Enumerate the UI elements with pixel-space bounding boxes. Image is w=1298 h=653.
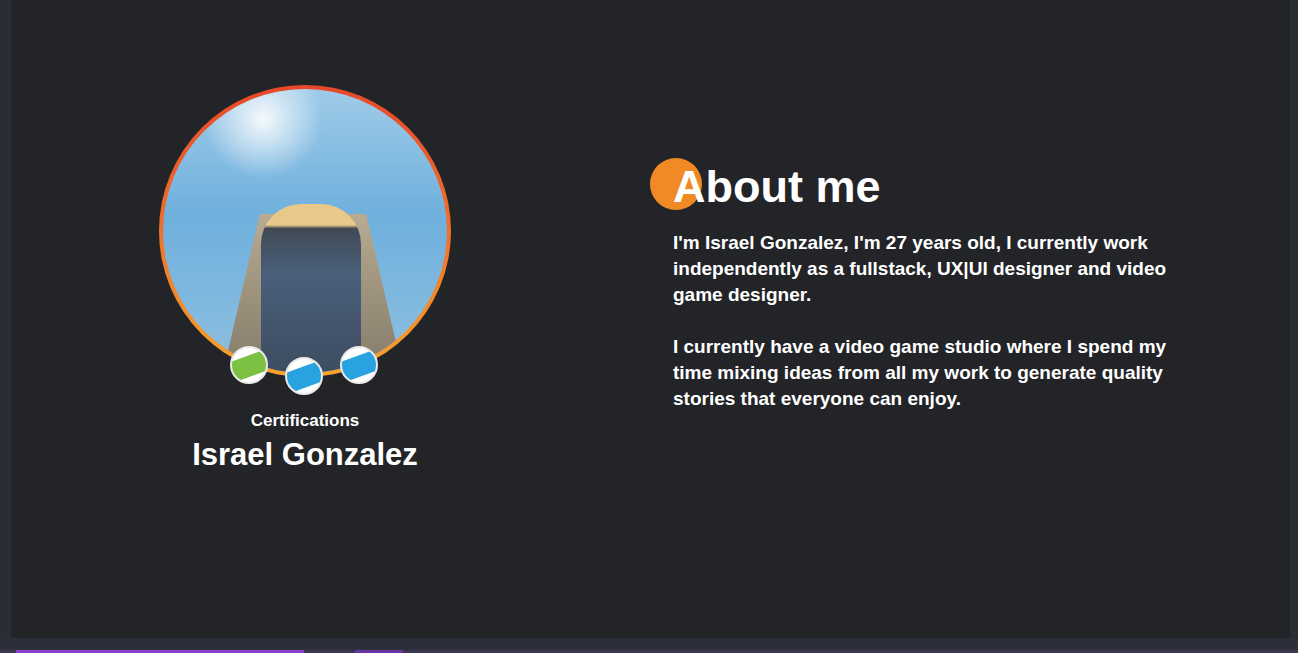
indicator-segment — [355, 650, 403, 653]
about-section: Certifications Israel Gonzalez About me I'm… — [11, 0, 1290, 638]
photo-sun — [203, 89, 323, 179]
certification-badges — [230, 346, 378, 395]
profile-photo-frame — [159, 85, 451, 377]
bottom-strip — [0, 638, 1298, 653]
scroll-indicator — [0, 650, 1298, 653]
certification-badge[interactable] — [230, 346, 268, 384]
profile-column: Certifications Israel Gonzalez — [11, 0, 599, 638]
certification-badge[interactable] — [340, 346, 378, 384]
photo-person — [261, 204, 361, 373]
page: Certifications Israel Gonzalez About me I'm… — [0, 0, 1298, 653]
profile-name: Israel Gonzalez — [192, 437, 418, 473]
profile-photo — [163, 89, 447, 373]
about-text: I'm Israel Gonzalez, I'm 27 years old, I… — [650, 230, 1173, 412]
about-heading: About me — [650, 158, 1290, 216]
certification-badge[interactable] — [285, 357, 323, 395]
about-paragraph: I'm Israel Gonzalez, I'm 27 years old, I… — [673, 230, 1173, 308]
about-title: About me — [673, 158, 1290, 216]
certifications-label: Certifications — [251, 411, 360, 431]
about-column: About me I'm Israel Gonzalez, I'm 27 year… — [650, 0, 1290, 638]
indicator-segment — [16, 650, 304, 653]
about-paragraph: I currently have a video game studio whe… — [673, 334, 1173, 412]
photo-ring — [159, 85, 451, 377]
